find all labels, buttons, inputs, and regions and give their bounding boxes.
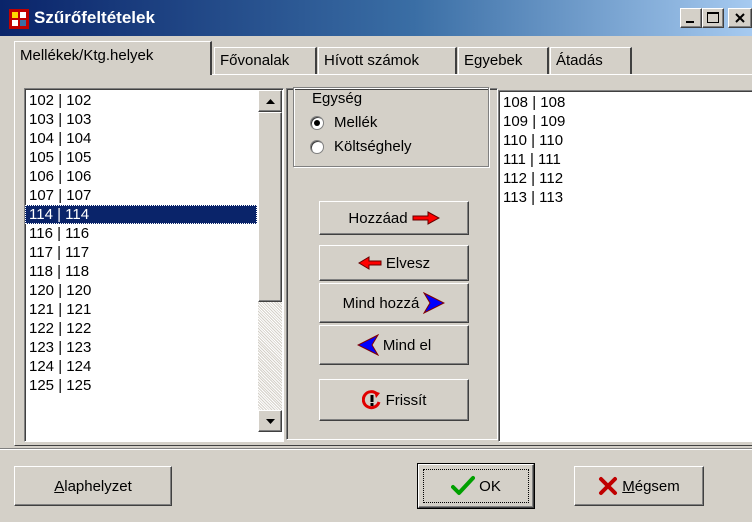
remove-all-button-label: Mind el [382,336,432,354]
list-item[interactable]: 124 | 124 [25,357,257,376]
title-bar[interactable]: Szűrőfeltételek [0,0,752,36]
arrowhead-right-blue-icon [423,292,446,314]
radio-mellek[interactable] [310,116,324,130]
minimize-button[interactable] [680,8,702,28]
tab-hivott-szamok[interactable]: Hívott számok [318,47,457,74]
radio-checked-icon [314,120,320,126]
list-item[interactable]: 104 | 104 [25,129,257,148]
separator [0,448,752,450]
reset-button[interactable]: Alaphelyzet [14,466,172,506]
list-item[interactable]: 109 | 109 [499,112,752,131]
close-icon [735,13,745,23]
list-item[interactable]: 113 | 113 [499,188,752,207]
available-listbox[interactable]: 102 | 102 103 | 103 104 | 104 105 | 105 … [24,88,284,442]
window-title: Szűrőfeltételek [34,8,155,27]
arrow-right-red-icon [412,211,440,225]
list-item[interactable]: 105 | 105 [25,148,257,167]
focus-rect [423,469,529,503]
list-item[interactable]: 118 | 118 [25,262,257,281]
add-button-label: Hozzáad [348,209,408,227]
radio-mellek-label[interactable]: Mellék [334,114,377,131]
add-button[interactable]: Hozzáad [319,201,469,235]
remove-all-button[interactable]: Mind el [319,325,469,365]
scroll-thumb[interactable] [258,112,282,302]
maximize-button[interactable] [702,8,724,28]
list-item[interactable]: 107 | 107 [25,186,257,205]
list-item[interactable]: 125 | 125 [25,376,257,395]
refresh-button-label: Frissít [385,391,427,409]
list-item[interactable]: 123 | 123 [25,338,257,357]
cancel-button-label: Mégsem [622,477,680,495]
list-item[interactable]: 103 | 103 [25,110,257,129]
ok-button[interactable]: OK [417,463,535,509]
list-item[interactable]: 122 | 122 [25,319,257,338]
list-item[interactable]: 116 | 116 [25,224,257,243]
list-item-selected[interactable]: 114 | 114 [25,205,257,224]
arrow-up-icon [266,99,275,104]
remove-button-label: Elvesz [385,254,431,272]
tab-label: Mellékek/Ktg.helyek [20,47,154,64]
list-item[interactable]: 121 | 121 [25,300,257,319]
arrow-down-icon [266,419,275,424]
remove-button[interactable]: Elvesz [319,245,469,281]
refresh-icon [361,390,381,410]
selected-listbox[interactable]: 108 | 108 109 | 109 110 | 110 111 | 111 … [498,90,752,442]
radio-koltseghely-label[interactable]: Költséghely [334,138,412,155]
list-item[interactable]: 108 | 108 [499,93,752,112]
close-button[interactable] [728,8,752,28]
tab-label: Átadás [556,52,603,69]
minimize-icon [686,21,694,23]
list-item[interactable]: 102 | 102 [25,91,257,110]
list-item[interactable]: 111 | 111 [499,150,752,169]
tab-label: Fővonalak [220,52,290,69]
app-icon [9,9,29,29]
tab-label: Hívott számok [324,52,420,69]
cancel-button[interactable]: Mégsem [574,466,704,506]
tab-egyebek[interactable]: Egyebek [458,47,549,74]
maximize-icon [707,12,719,23]
arrow-left-red-icon [357,256,382,270]
x-icon [599,477,618,495]
refresh-button[interactable]: Frissít [319,379,469,421]
list-item[interactable]: 112 | 112 [499,169,752,188]
unit-group-legend: Egység [310,90,365,107]
list-item[interactable]: 117 | 117 [25,243,257,262]
tab-fovonalak[interactable]: Fővonalak [214,47,317,74]
list-item[interactable]: 106 | 106 [25,167,257,186]
list-item[interactable]: 110 | 110 [499,131,752,150]
scroll-up-button[interactable] [258,90,282,112]
unit-groupbox: Egység Mellék Költséghely [293,87,489,167]
scroll-down-button[interactable] [258,410,282,432]
tab-atadas[interactable]: Átadás [550,47,632,74]
arrowhead-left-blue-icon [356,334,379,356]
tab-label: Egyebek [464,52,523,69]
tab-mellekek[interactable]: Mellékek/Ktg.helyek [14,41,212,75]
add-all-button-label: Mind hozzá [342,294,420,312]
list-item[interactable]: 120 | 120 [25,281,257,300]
reset-button-label: Alaphelyzet [54,477,132,495]
radio-koltseghely[interactable] [310,140,324,154]
vertical-scrollbar[interactable] [258,90,282,432]
add-all-button[interactable]: Mind hozzá [319,283,469,323]
action-panel: Egység Mellék Költséghely Hozzáad Elvesz… [286,87,498,440]
